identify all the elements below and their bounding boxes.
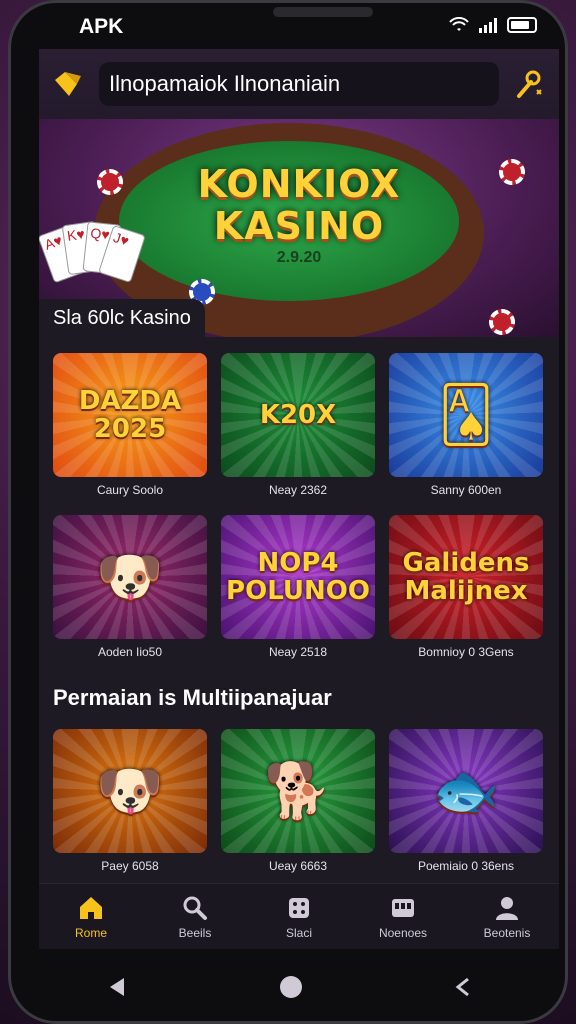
bottom-nav: Rome Beeils Slaci Noenoes Beotenis <box>39 883 559 949</box>
game-art-text: NOP4 POLUNOO <box>226 548 370 606</box>
status-icons <box>449 17 537 33</box>
games-grid-top: DAZDA 2025 Caury Soolo K20X Neay 2362 🂡 Sanny… <box>39 337 559 663</box>
battery-icon <box>507 17 537 33</box>
game-thumbnail[interactable]: 🐶 <box>53 729 207 853</box>
section-label: Sla 60lc Kasino <box>39 299 205 337</box>
status-bar: APK <box>31 3 567 49</box>
game-thumbnail[interactable]: 🐕 <box>221 729 375 853</box>
user-icon <box>496 896 518 920</box>
signal-icon <box>479 17 497 33</box>
section-title-multiplayer: Permaian is Multiipanajuar <box>53 685 332 710</box>
hero-banner[interactable]: A♥ K♥ Q♥ J♥ KONKIOX KASINO 2.9.20 Sla 60… <box>39 119 559 337</box>
speaker-notch <box>273 7 373 17</box>
nav-home[interactable]: Rome <box>46 894 136 940</box>
game-tile[interactable]: K20X Neay 2362 <box>221 353 375 501</box>
game-tile[interactable]: DAZDA 2025 Caury Soolo <box>53 353 207 501</box>
game-thumbnail[interactable]: 🐟 <box>389 729 543 853</box>
game-thumbnail[interactable]: DAZDA 2025 <box>53 353 207 477</box>
home-icon <box>80 896 102 919</box>
game-tile[interactable]: 🐶 Aoden Iio50 <box>53 515 207 663</box>
system-nav <box>31 955 551 1019</box>
game-thumbnail[interactable]: Galidens Malijnex <box>389 515 543 639</box>
game-label: Caury Soolo <box>96 483 164 497</box>
magic-wand-icon[interactable] <box>511 66 547 102</box>
wifi-icon <box>449 17 469 31</box>
game-art-text: K20X <box>259 400 337 430</box>
game-thumbnail[interactable]: 🐶 <box>53 515 207 639</box>
game-tile[interactable]: 🐟 Poemiaio 0 36ens <box>389 729 543 877</box>
nav-slots[interactable]: Noenoes <box>358 894 448 940</box>
nav-profile[interactable]: Beotenis <box>462 894 552 940</box>
nav-label: Beotenis <box>483 925 531 940</box>
game-label: Neay 2518 <box>268 645 328 659</box>
game-label: Bomnioy 0 3Gens <box>418 645 514 659</box>
nav-dice[interactable]: Slaci <box>254 894 344 940</box>
app-screen: Ilnopamaiok Ilnonaniain A♥ K♥ Q♥ J♥ KONK… <box>39 49 559 949</box>
dice-icon <box>289 897 309 918</box>
home-button-icon[interactable] <box>277 973 305 1001</box>
game-label: Ueay 6663 <box>268 859 328 873</box>
game-tile[interactable]: 🂡 Sanny 600en <box>389 353 543 501</box>
hero-title-line1: KONKIOX <box>197 162 401 206</box>
poker-chip-icon <box>489 309 515 335</box>
hero-subtitle: 2.9.20 <box>276 249 322 266</box>
game-thumbnail[interactable]: 🂡 <box>389 353 543 477</box>
nav-search[interactable]: Beeils <box>150 894 240 940</box>
game-art-text: Galidens Malijnex <box>402 548 530 606</box>
back-icon[interactable] <box>104 973 132 1001</box>
game-tile[interactable]: 🐶 Paey 6058 <box>53 729 207 877</box>
game-label: Aoden Iio50 <box>97 645 163 659</box>
game-art-text: 🐟 <box>432 759 500 822</box>
game-art-text: 🐕 <box>264 759 332 822</box>
app-header: Ilnopamaiok Ilnonaniain <box>39 49 559 119</box>
hero-title-line2: KASINO <box>213 204 385 248</box>
nav-label: Beeils <box>178 925 212 940</box>
games-grid-bottom: 🐶 Paey 6058 🐕 Ueay 6663 🐟 Poemiaio 0 36ens <box>39 729 559 877</box>
game-tile[interactable]: 🐕 Ueay 6663 <box>221 729 375 877</box>
nav-label: Noenoes <box>378 925 428 940</box>
phone-frame: APK Ilnopamaiok Ilnonaniain A♥ K♥ Q♥ J♥ … <box>8 0 568 1024</box>
hero-title: KONKIOX KASINO <box>39 163 559 247</box>
nav-label: Slaci <box>285 925 312 940</box>
nav-label: Rome <box>74 925 107 940</box>
game-art-text: 🐶 <box>96 759 164 822</box>
carrier-label: APK <box>79 15 124 38</box>
game-label: Paey 6058 <box>101 859 159 873</box>
game-tile[interactable]: NOP4 POLUNOO Neay 2518 <box>221 515 375 663</box>
game-art-text: 🐶 <box>96 545 164 608</box>
game-thumbnail[interactable]: NOP4 POLUNOO <box>221 515 375 639</box>
slot-icon <box>392 898 414 917</box>
recents-icon[interactable] <box>450 973 478 1001</box>
app-title: Ilnopamaiok Ilnonaniain <box>99 62 499 106</box>
game-label: Sanny 600en <box>430 483 502 497</box>
game-tile[interactable]: Galidens Malijnex Bomnioy 0 3Gens <box>389 515 543 663</box>
game-thumbnail[interactable]: K20X <box>221 353 375 477</box>
game-art-text: 🂡 <box>438 383 494 446</box>
game-art-text: DAZDA 2025 <box>78 386 182 444</box>
logo-icon[interactable] <box>51 66 87 102</box>
search-icon <box>183 896 207 920</box>
game-label: Neay 2362 <box>268 483 328 497</box>
game-label: Poemiaio 0 36ens <box>417 859 515 873</box>
